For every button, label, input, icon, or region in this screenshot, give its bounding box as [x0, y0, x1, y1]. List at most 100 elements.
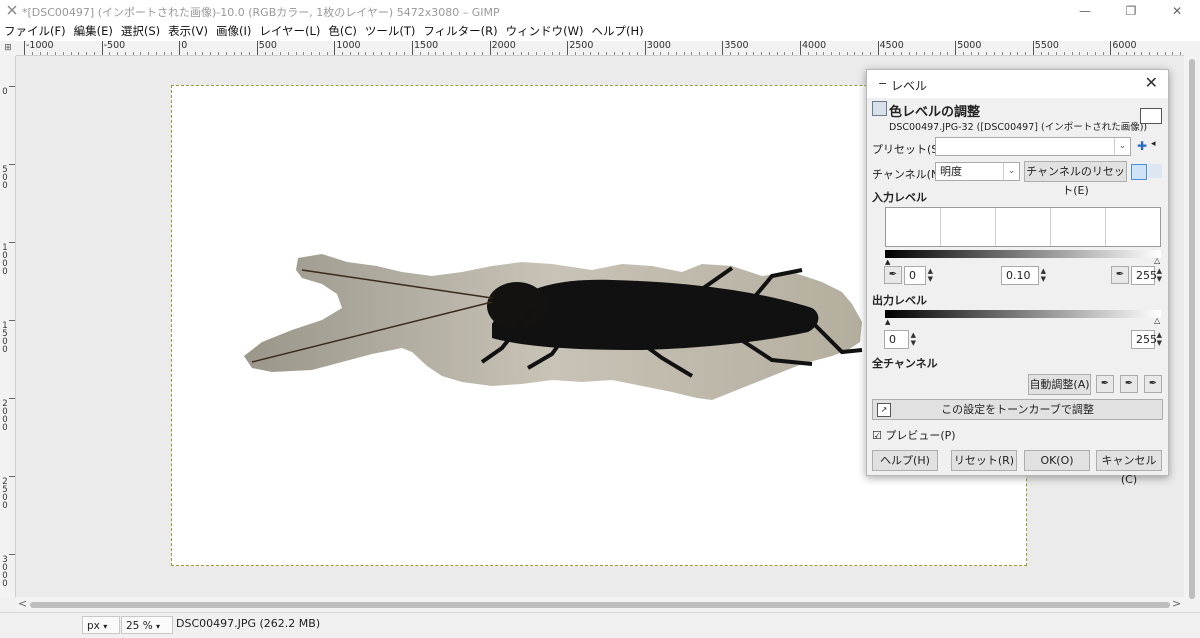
ruler-minor-tick [474, 52, 476, 55]
spin-arrows-icon[interactable]: ▲ ▼ [1157, 331, 1162, 347]
spin-arrows-icon[interactable]: ▲ ▼ [1041, 267, 1046, 283]
ruler-minor-tick [1180, 52, 1182, 55]
input-high-handle[interactable]: △ [1154, 256, 1160, 265]
scroll-left-icon[interactable]: < [18, 597, 27, 610]
ruler-minor-tick [528, 52, 530, 55]
ruler-tick [877, 41, 879, 55]
menu-edit[interactable]: 編集(E) [70, 22, 117, 41]
ruler-minor-tick [831, 52, 833, 55]
vertical-ruler[interactable]: 0 500 1000 1500 2000 2500 3000 [0, 56, 16, 597]
input-high-spin[interactable]: 255 ▲ ▼ [1131, 266, 1162, 285]
spin-arrows-icon[interactable]: ▲ ▼ [1157, 267, 1162, 283]
menu-layer[interactable]: レイヤー(L) [255, 22, 324, 41]
auto-adjust-button[interactable]: 自動調整(A) [1028, 374, 1091, 395]
horizontal-scroll-thumb[interactable] [30, 602, 1170, 608]
output-gradient[interactable] [885, 310, 1161, 318]
pick-gray-auto-icon[interactable]: ✒ [1120, 375, 1138, 393]
output-high-spin[interactable]: 255 ▲ ▼ [1131, 330, 1162, 349]
input-gradient[interactable] [885, 250, 1161, 258]
ruler-label: 1500 [2, 321, 8, 355]
channel-select[interactable]: 明度 ⌄ [935, 162, 1020, 181]
ruler-label: 0 [2, 87, 8, 97]
reset-button[interactable]: リセット(R) [951, 450, 1017, 471]
output-low-handle[interactable]: ▲ [885, 318, 890, 326]
ruler-minor-tick [629, 52, 631, 55]
ruler-minor-tick [1056, 52, 1058, 55]
menu-image[interactable]: 画像(I) [212, 22, 255, 41]
ruler-minor-tick [1079, 52, 1081, 55]
ruler-minor-tick [559, 52, 561, 55]
horizontal-ruler[interactable]: -1000 -500 0 500 1000 1500 2000 2500 3000 3500 400… [16, 41, 1184, 56]
menu-windows[interactable]: ウィンドウ(W) [502, 22, 588, 41]
image-preview-icon[interactable] [1140, 108, 1162, 124]
ruler-minor-tick [908, 52, 910, 55]
dialog-close-icon[interactable]: ✕ [1145, 73, 1158, 92]
ruler-minor-tick [1149, 52, 1151, 55]
output-low-spin[interactable]: 0 ▲ ▼ [884, 330, 916, 349]
ruler-tick [1110, 41, 1112, 55]
ruler-minor-tick [171, 52, 173, 55]
edit-as-curves-button[interactable]: ↗ この設定をトーンカーブで調整 [872, 399, 1163, 420]
ruler-minor-tick [737, 52, 739, 55]
scroll-right-icon[interactable]: > [1172, 597, 1181, 610]
menu-tools[interactable]: ツール(T) [361, 22, 420, 41]
menu-help[interactable]: ヘルプ(H) [587, 22, 647, 41]
spin-arrows-icon[interactable]: ▲ ▼ [911, 331, 916, 347]
ok-button[interactable]: OK(O) [1024, 450, 1090, 471]
linear-histogram-icon[interactable] [1131, 164, 1147, 180]
menu-select[interactable]: 選択(S) [117, 22, 164, 41]
help-button[interactable]: ヘルプ(H) [872, 450, 938, 471]
ruler-minor-tick [761, 52, 763, 55]
ruler-minor-tick [1017, 52, 1019, 55]
minimize-icon[interactable]: — [1062, 0, 1108, 22]
menu-color[interactable]: 色(C) [324, 22, 361, 41]
dialog-titlebar[interactable]: − レベル ✕ [867, 70, 1168, 98]
ruler-minor-tick [419, 52, 421, 55]
restore-icon[interactable]: ❐ [1108, 0, 1154, 22]
ruler-minor-tick [699, 52, 701, 55]
ruler-minor-tick [497, 52, 499, 55]
menu-file[interactable]: ファイル(F) [0, 22, 70, 41]
close-icon[interactable]: ✕ [1154, 0, 1200, 22]
menu-filters[interactable]: フィルター(R) [419, 22, 501, 41]
input-low-spin[interactable]: 0 ▲ ▼ [904, 266, 933, 285]
pick-black-auto-icon[interactable]: ✒ [1096, 375, 1114, 393]
ruler-corner[interactable]: ⊞ [0, 41, 16, 56]
zoom-select[interactable]: 25 % ▾ [121, 616, 173, 634]
horizontal-scrollbar[interactable]: < > [16, 597, 1184, 612]
ruler-minor-tick [893, 52, 895, 55]
input-low-handle[interactable]: ▲ [885, 258, 890, 266]
menu-view[interactable]: 表示(V) [164, 22, 212, 41]
pick-white-icon[interactable]: ✒ [1111, 266, 1129, 284]
ruler-minor-tick [1040, 52, 1042, 55]
preview-checkbox[interactable]: ☑ プレビュー(P) [872, 427, 956, 443]
unit-select[interactable]: px ▾ [82, 616, 120, 634]
ruler-minor-tick [668, 52, 670, 55]
ruler-minor-tick [155, 52, 157, 55]
cancel-button[interactable]: キャンセル(C) [1096, 450, 1162, 486]
dialog-menu-icon[interactable]: − [878, 77, 887, 90]
input-gamma-spin[interactable]: 0.10 ▲ ▼ [1001, 266, 1046, 285]
dialog-subheading: DSC00497.JPG-32 ([DSC00497] (インポートされた画像)… [889, 122, 1148, 133]
log-histogram-icon[interactable] [1148, 164, 1162, 178]
ruler-minor-tick [582, 52, 584, 55]
vertical-scroll-thumb[interactable] [1189, 59, 1195, 599]
ruler-minor-tick [31, 52, 33, 55]
ruler-minor-tick [443, 52, 445, 55]
pick-black-icon[interactable]: ✒ [884, 266, 902, 284]
input-levels-label: 入力レベル [872, 191, 927, 204]
preset-menu-icon[interactable]: ◂ [1151, 139, 1156, 149]
ruler-minor-tick [613, 52, 615, 55]
ruler-minor-tick [1172, 52, 1174, 55]
reset-channel-button[interactable]: チャンネルのリセット(E) [1024, 161, 1127, 197]
preset-select[interactable]: ⌄ [935, 137, 1131, 156]
add-preset-icon[interactable]: ✚ [1137, 139, 1147, 153]
ruler-minor-tick [931, 52, 933, 55]
spin-arrows-icon[interactable]: ▲ ▼ [928, 267, 933, 283]
output-high-handle[interactable]: △ [1154, 316, 1160, 325]
chevron-down-icon: ⌄ [1114, 138, 1130, 155]
vertical-scrollbar[interactable] [1184, 41, 1200, 612]
ruler-label: 5000 [957, 41, 982, 51]
pick-white-auto-icon[interactable]: ✒ [1144, 375, 1162, 393]
ruler-minor-tick [970, 52, 972, 55]
